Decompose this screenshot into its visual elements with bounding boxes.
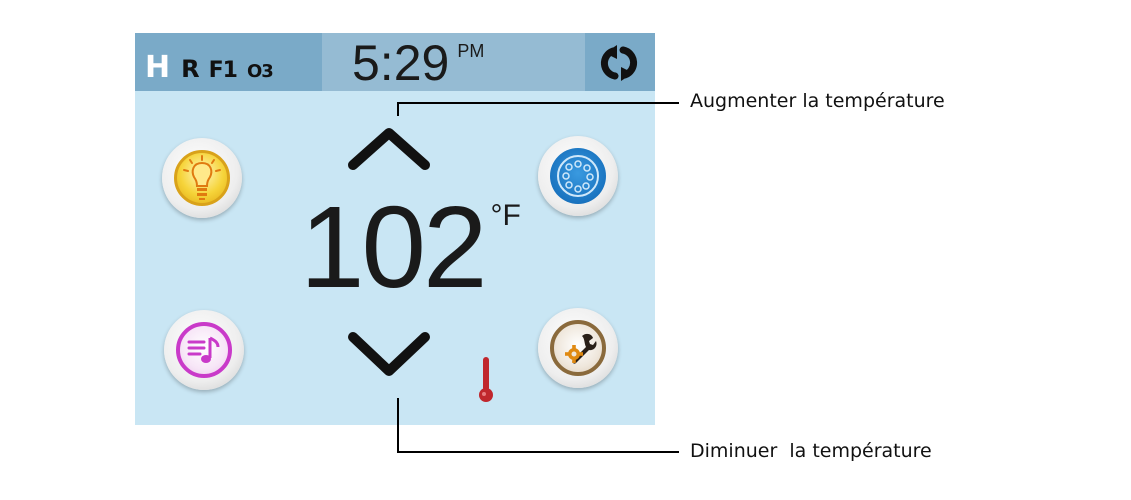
spa-control-panel: H R F1 O3 5:29 PM 102 °F [135,33,655,425]
thermometer-icon [479,357,493,402]
music-icon [187,336,220,363]
temperature-unit: °F [490,199,521,232]
music-button[interactable] [164,310,244,390]
callout-up-vertical-line [397,102,399,116]
settings-icon [565,333,597,364]
heater-flag: H [145,50,170,85]
jets-icon [557,155,599,197]
chevron-up-icon[interactable] [347,125,431,171]
callout-down-vertical-line [397,398,399,452]
clock-ampm: PM [457,41,485,61]
clock[interactable]: 5:29 PM [352,35,485,91]
temperature-value: 102 [300,182,488,312]
ready-flag: R [181,55,200,83]
jets-button[interactable] [538,136,618,216]
light-button[interactable] [162,138,242,218]
callout-up-label: Augmenter la température [690,90,945,112]
callout-down-horizontal-line [397,451,679,453]
status-bar: H R F1 O3 5:29 PM [135,33,655,91]
ozone-flag: O3 [246,61,274,82]
filter-flag: F1 [208,58,238,83]
callout-up-horizontal-line [397,102,679,104]
temperature-readout: 102 °F [300,182,521,312]
clock-time: 5:29 [352,35,450,91]
chevron-down-icon[interactable] [347,329,431,379]
sync-icon[interactable] [593,43,645,83]
status-flags: H R F1 O3 [145,50,283,85]
light-bulb-icon [183,155,221,200]
callout-down-label: Diminuer la température [690,440,932,462]
settings-button[interactable] [538,308,618,388]
